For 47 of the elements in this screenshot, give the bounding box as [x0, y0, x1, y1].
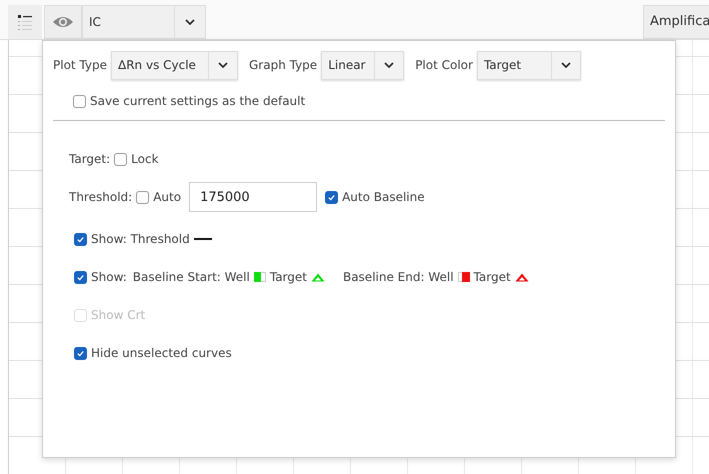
dropdown-label: Graph Type: [249, 58, 318, 72]
threshold-input[interactable]: 175000: [189, 182, 318, 212]
chevron-icon: [218, 62, 228, 68]
eye-button[interactable]: [44, 4, 82, 38]
checkbox[interactable]: [74, 270, 87, 284]
well-marker-icon: [458, 272, 470, 282]
checkbox[interactable]: [136, 190, 150, 204]
marker-label: Baseline Start: Well: [132, 270, 250, 284]
marker-label: Baseline End: Well: [342, 270, 454, 284]
chevron-icon: [384, 62, 394, 68]
list-icon-button[interactable]: [8, 4, 42, 38]
checkbox-label: Save current settings as the default: [90, 94, 306, 108]
field-label: Target:: [69, 152, 110, 166]
checkbox-label: Show: Threshold: [91, 232, 190, 246]
dropdown-label: Plot Type: [53, 58, 107, 72]
checkbox[interactable]: [114, 152, 128, 166]
checkbox-label: Auto Baseline: [342, 190, 425, 204]
checkbox-label: Show:: [91, 270, 127, 284]
select-dropdown[interactable]: Linear: [321, 50, 404, 80]
marker-label: Target: [270, 270, 307, 284]
checkbox[interactable]: [325, 190, 338, 204]
chevron-icon: [185, 18, 195, 24]
amplification-tab-button[interactable]: Amplifica: [643, 4, 709, 38]
check-icon: [327, 192, 336, 202]
check-icon: [76, 348, 85, 358]
select-dropdown[interactable]: Target: [476, 50, 581, 80]
checkbox[interactable]: [73, 94, 86, 108]
checkbox-label: Lock: [131, 152, 159, 166]
field-label: Threshold:: [69, 190, 132, 204]
select-dropdown[interactable]: ΔRn vs Cycle: [111, 50, 238, 80]
chevron-icon: [560, 62, 571, 68]
triangle-icon: [514, 272, 529, 282]
checkbox[interactable]: [74, 232, 87, 246]
dropdown-label: Plot Color: [415, 58, 473, 72]
line-icon: [194, 237, 212, 241]
check-icon: [76, 272, 85, 282]
view-dropdown[interactable]: IC: [82, 4, 206, 38]
list-icon: [17, 14, 33, 30]
checkbox[interactable]: [74, 346, 87, 360]
eye-icon: [52, 14, 74, 28]
checkbox-label: Auto: [153, 190, 182, 204]
checkbox-label: Hide unselected curves: [91, 346, 232, 360]
checkbox-label: Show Crt: [91, 308, 146, 322]
marker-label: Target: [474, 270, 511, 284]
triangle-icon: [310, 272, 325, 282]
check-icon: [76, 234, 85, 244]
well-marker-icon: [254, 272, 266, 282]
